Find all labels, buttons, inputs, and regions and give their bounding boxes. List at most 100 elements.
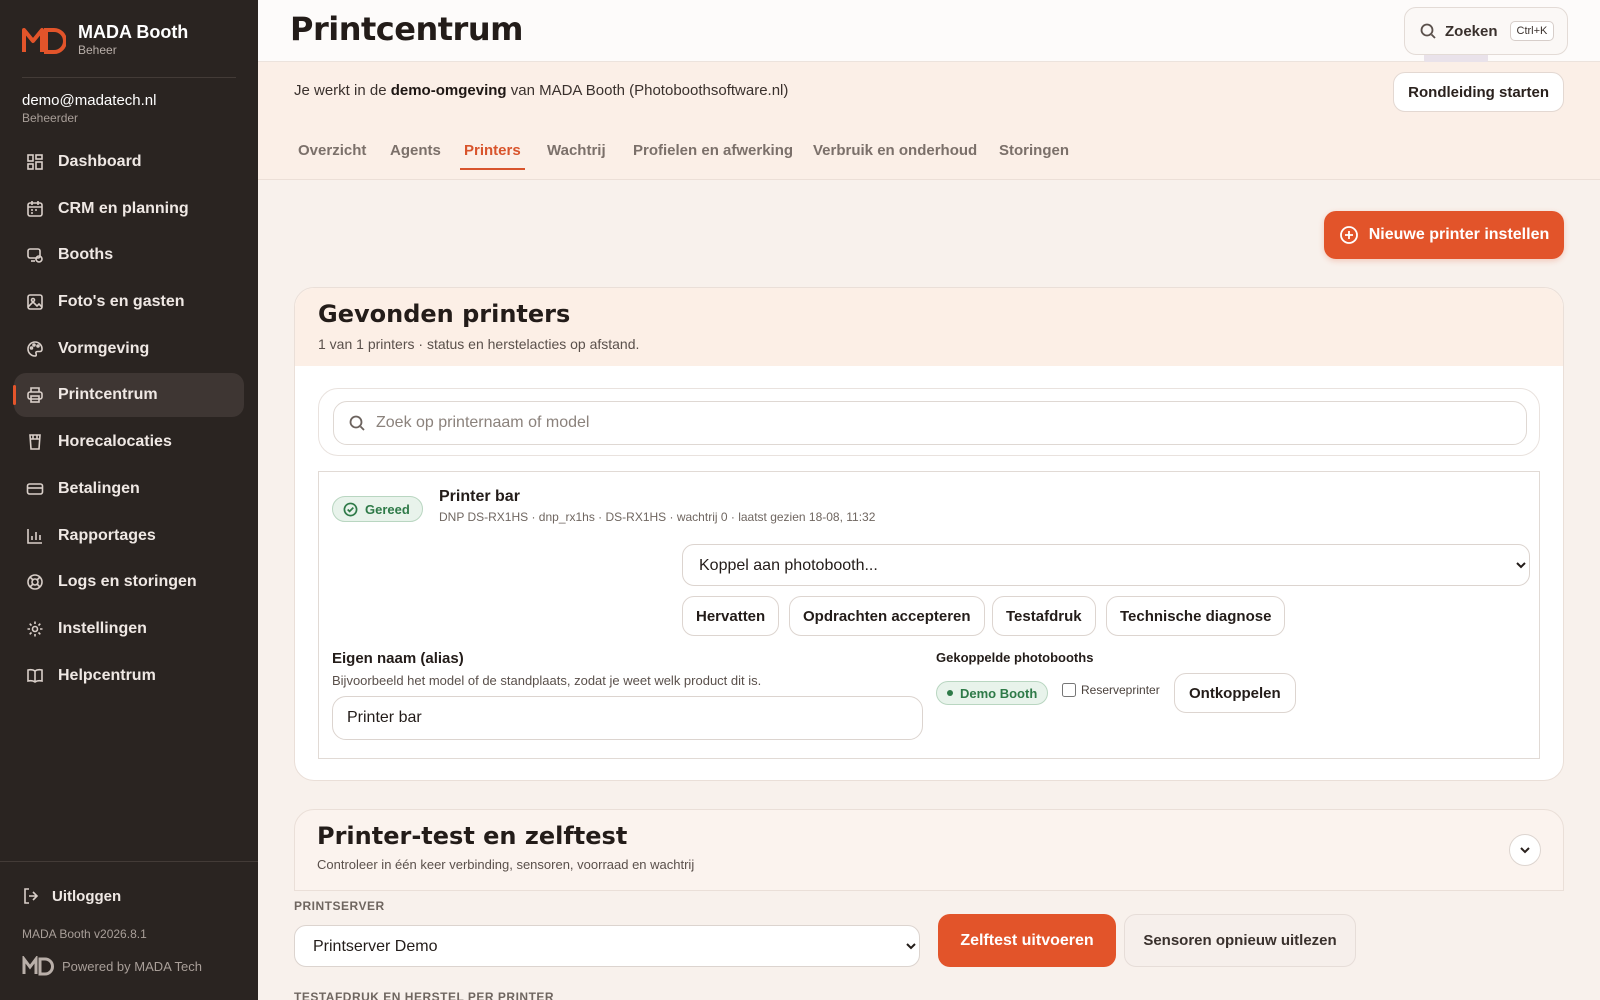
printer-search-field[interactable] xyxy=(333,401,1527,445)
resume-button[interactable]: Hervatten xyxy=(682,596,780,636)
brand[interactable]: MADA Booth Beheer xyxy=(22,22,188,58)
test-print-button[interactable]: Testafdruk xyxy=(992,596,1096,636)
sidebar-item-label: Logs en storingen xyxy=(58,573,197,591)
sidebar: MADA Booth Beheer demo@madatech.nl Behee… xyxy=(0,0,258,1000)
status-badge: Gereed xyxy=(332,496,423,522)
logout-button[interactable]: Uitloggen xyxy=(22,887,121,905)
book-icon xyxy=(26,667,44,685)
dashboard-icon xyxy=(26,153,44,171)
collapse-button[interactable] xyxy=(1509,834,1541,866)
new-printer-label: Nieuwe printer instellen xyxy=(1368,226,1550,243)
global-search-button[interactable]: Zoeken Ctrl+K xyxy=(1404,7,1568,55)
tab-profiles[interactable]: Profielen en afwerking xyxy=(629,142,797,170)
user-role: Beheerder xyxy=(22,111,79,125)
alias-help: Bijvoorbeeld het model of de standplaats… xyxy=(332,673,762,688)
sidebar-item-design[interactable]: Vormgeving xyxy=(14,327,244,371)
printer-row: Gereed Printer bar DNP DS-RX1HS · dnp_rx… xyxy=(318,471,1540,759)
sidebar-nav: Dashboard CRM en planning Booths Foto's … xyxy=(13,140,244,700)
sidebar-item-payments[interactable]: Betalingen xyxy=(14,467,244,511)
sidebar-item-label: Printcentrum xyxy=(58,386,158,404)
printer-search-wrapper xyxy=(318,388,1540,456)
printer-icon xyxy=(26,386,44,404)
new-printer-button[interactable]: Nieuwe printer instellen xyxy=(1324,211,1564,259)
user-email: demo@madatech.nl xyxy=(22,92,157,109)
search-icon xyxy=(1420,23,1436,39)
credit-card-icon xyxy=(26,480,44,498)
chevron-down-icon xyxy=(1520,847,1530,854)
sidebar-item-crm[interactable]: CRM en planning xyxy=(14,187,244,231)
sidebar-item-label: Foto's en gasten xyxy=(58,293,185,311)
found-printers-card: Gevonden printers 1 van 1 printers · sta… xyxy=(294,287,1564,781)
demo-text-prefix: Je werkt in de xyxy=(294,82,391,99)
tab-printers[interactable]: Printers xyxy=(460,142,525,170)
selftest-title: Printer-test en zelftest xyxy=(317,822,628,850)
sidebar-divider xyxy=(22,77,236,78)
sidebar-item-printcentrum[interactable]: Printcentrum xyxy=(13,373,244,418)
unlink-button[interactable]: Ontkoppelen xyxy=(1174,673,1296,713)
gear-icon xyxy=(26,620,44,638)
demo-text: Je werkt in de demo-omgeving van MADA Bo… xyxy=(294,82,788,99)
sidebar-item-booths[interactable]: Booths xyxy=(14,233,244,277)
lifebuoy-icon xyxy=(26,573,44,591)
sidebar-item-label: Dashboard xyxy=(58,153,142,170)
sidebar-item-label: Horecalocaties xyxy=(58,433,172,451)
selftest-card: Printer-test en zelftest Controleer in é… xyxy=(294,809,1564,891)
sidebar-item-label: Helpcentrum xyxy=(58,666,156,684)
linked-booth-chip: Demo Booth xyxy=(936,681,1049,705)
start-tour-button[interactable]: Rondleiding starten xyxy=(1393,72,1564,112)
demo-text-bold: demo-omgeving xyxy=(390,82,507,99)
top-bar: Printcentrum Zoeken Ctrl+K xyxy=(258,0,1600,62)
tab-queue[interactable]: Wachtrij xyxy=(543,142,610,170)
powered-text: Powered by MADA Tech xyxy=(62,958,202,974)
alias-label: Eigen naam (alias) xyxy=(332,650,464,667)
printserver-label: PRINTSERVER xyxy=(294,899,385,913)
link-booth-select[interactable]: Koppel aan photobooth... xyxy=(682,544,1530,586)
diagnose-button[interactable]: Technische diagnose xyxy=(1106,596,1286,636)
printer-meta: DNP DS-RX1HS · dnp_rx1hs · DS-RX1HS · wa… xyxy=(439,510,876,524)
sidebar-item-settings[interactable]: Instellingen xyxy=(14,607,244,651)
image-icon xyxy=(26,293,44,311)
sidebar-item-reports[interactable]: Rapportages xyxy=(14,514,244,558)
demo-banner: Je werkt in de demo-omgeving van MADA Bo… xyxy=(258,62,1600,120)
sidebar-item-dashboard[interactable]: Dashboard xyxy=(14,140,244,184)
accept-jobs-button[interactable]: Opdrachten accepteren xyxy=(789,596,985,636)
sidebar-item-photos[interactable]: Foto's en gasten xyxy=(14,280,244,324)
sidebar-item-horeca[interactable]: Horecalocaties xyxy=(14,420,244,464)
demo-text-suffix: van MADA Booth (Photoboothsoftware.nl) xyxy=(506,82,789,99)
bar-chart-icon xyxy=(26,527,44,545)
alias-input[interactable] xyxy=(332,696,923,740)
search-label: Zoeken xyxy=(1445,22,1498,40)
reserve-printer-toggle[interactable]: Reserveprinter xyxy=(1062,683,1160,697)
status-label: Gereed xyxy=(365,501,410,517)
glass-icon xyxy=(26,433,44,451)
selftest-subtitle: Controleer in één keer verbinding, senso… xyxy=(317,857,695,872)
tab-agents[interactable]: Agents xyxy=(386,142,445,170)
card-title: Gevonden printers xyxy=(318,300,571,328)
linked-booth-name: Demo Booth xyxy=(960,685,1038,701)
logout-icon xyxy=(24,888,39,904)
mada-tech-logo-icon xyxy=(22,956,54,976)
tab-overview[interactable]: Overzicht xyxy=(294,142,370,170)
card-subtitle: 1 van 1 printers · status en herstelacti… xyxy=(318,336,640,352)
sidebar-item-label: Rapportages xyxy=(58,526,156,544)
brand-subtitle: Beheer xyxy=(78,43,117,57)
reserve-printer-checkbox[interactable] xyxy=(1062,683,1076,697)
sidebar-item-help[interactable]: Helpcentrum xyxy=(14,654,244,698)
page-title: Printcentrum xyxy=(290,10,523,48)
tab-faults[interactable]: Storingen xyxy=(995,142,1073,170)
reread-sensors-button[interactable]: Sensoren opnieuw uitlezen xyxy=(1124,914,1356,967)
printer-name: Printer bar xyxy=(439,488,520,505)
booth-icon xyxy=(26,246,44,264)
plus-circle-icon xyxy=(1339,226,1358,244)
printserver-select[interactable]: Printserver Demo xyxy=(294,925,920,967)
sidebar-item-label: Vormgeving xyxy=(58,339,150,357)
printer-search-input[interactable] xyxy=(376,414,1476,432)
check-circle-icon xyxy=(343,502,358,516)
tab-usage[interactable]: Verbruik en onderhoud xyxy=(809,142,981,170)
sidebar-item-label: Instellingen xyxy=(58,619,147,637)
calendar-icon xyxy=(26,200,44,218)
run-selftest-button[interactable]: Zelftest uitvoeren xyxy=(938,914,1116,967)
sidebar-item-logs[interactable]: Logs en storingen xyxy=(14,560,244,604)
version-text: MADA Booth v2026.8.1 xyxy=(22,927,147,941)
card-header: Gevonden printers 1 van 1 printers · sta… xyxy=(295,288,1563,366)
